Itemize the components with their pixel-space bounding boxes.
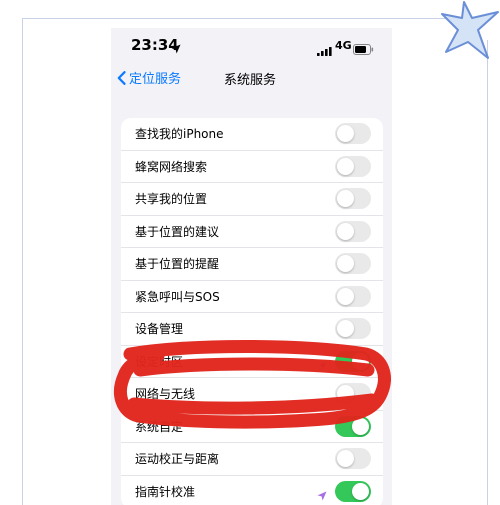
back-button[interactable]: 定位服务 <box>117 68 181 87</box>
page-title: 系统服务 <box>224 73 277 88</box>
settings-row-label: 基于位置的建议 <box>135 224 220 239</box>
status-bar: 23:34 4G <box>111 28 392 64</box>
frame-line-top <box>22 18 462 19</box>
toggle-switch-off[interactable] <box>335 318 371 339</box>
toggle-knob <box>337 255 354 272</box>
settings-row-label: 蜂窝网络搜索 <box>135 159 208 174</box>
settings-row[interactable]: 蜂窝网络搜索 <box>121 151 383 183</box>
toggle-knob <box>337 157 354 175</box>
settings-row-label: 指南针校准 <box>135 485 196 500</box>
frame-line-left <box>22 18 23 505</box>
toggle-switch-off[interactable] <box>335 123 371 144</box>
settings-row[interactable]: 紧急呼叫与SOS <box>121 281 383 313</box>
settings-row[interactable]: 查找我的iPhone <box>121 118 383 151</box>
settings-row[interactable]: 运动校正与距离 <box>121 443 383 476</box>
settings-row-label: 设备管理 <box>135 322 184 337</box>
settings-row-label: 查找我的iPhone <box>135 127 224 142</box>
settings-row[interactable]: 指南针校准 <box>121 476 383 505</box>
toggle-switch-on[interactable] <box>335 480 371 502</box>
toggle-knob <box>352 482 369 500</box>
toggle-knob <box>337 450 354 467</box>
settings-row-label: 基于位置的提醒 <box>135 257 220 272</box>
settings-row-label: 共享我的位置 <box>135 192 208 207</box>
toggle-knob <box>337 222 354 240</box>
back-button-label: 定位服务 <box>129 72 182 87</box>
toggle-switch-off[interactable] <box>335 448 371 469</box>
settings-row[interactable]: 共享我的位置 <box>121 183 383 216</box>
location-arrow-icon <box>317 486 327 505</box>
toggle-knob <box>337 125 354 142</box>
network-type: 4G <box>335 39 352 52</box>
toggle-switch-off[interactable] <box>335 253 371 274</box>
location-arrow-icon <box>171 39 181 58</box>
navigation-bar: 定位服务 系统服务 <box>111 64 392 94</box>
toggle-switch-off[interactable] <box>335 285 371 307</box>
toggle-knob <box>337 320 354 337</box>
settings-row[interactable]: 基于位置的建议 <box>121 216 383 248</box>
chevron-left-icon <box>117 70 126 85</box>
red-annotation-scribble <box>114 340 391 429</box>
frame-line-right <box>487 40 488 505</box>
signal-bars-icon <box>317 41 332 60</box>
star-icon <box>441 1 499 59</box>
settings-list: 查找我的iPhone 蜂窝网络搜索 共享我的位置 基于位置的建议 基于位置的提醒… <box>121 118 383 505</box>
toggle-knob <box>337 287 354 305</box>
battery-icon <box>353 40 374 59</box>
toggle-switch-off[interactable] <box>335 220 371 242</box>
toggle-switch-off[interactable] <box>335 188 371 209</box>
settings-row-label: 紧急呼叫与SOS <box>135 289 220 304</box>
settings-row-label: 运动校正与距离 <box>135 452 220 467</box>
settings-row[interactable]: 基于位置的提醒 <box>121 248 383 281</box>
toggle-switch-off[interactable] <box>335 155 371 177</box>
toggle-knob <box>337 190 354 207</box>
